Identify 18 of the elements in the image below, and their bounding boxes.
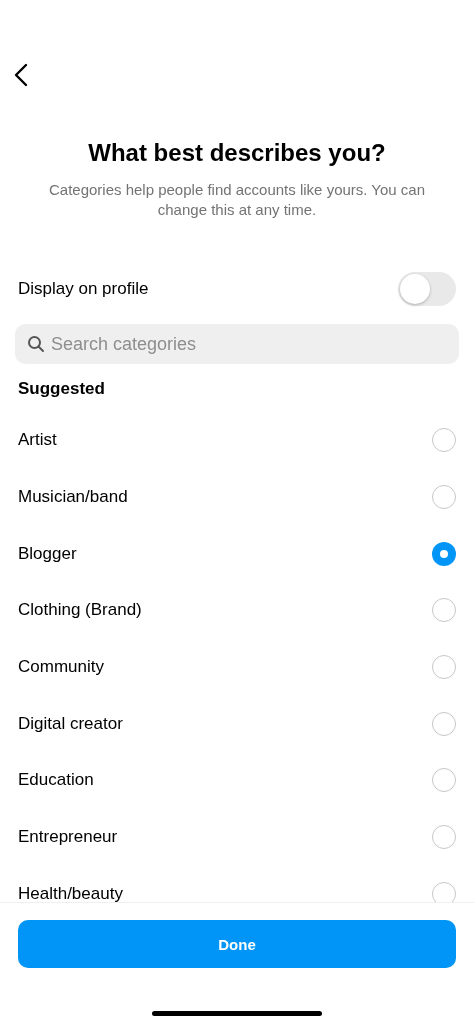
category-label: Blogger	[18, 543, 77, 564]
category-label: Health/beauty	[18, 883, 123, 902]
toggle-switch[interactable]	[398, 272, 456, 306]
search-icon	[27, 335, 45, 353]
radio-button[interactable]	[432, 541, 456, 566]
category-label: Clothing (Brand)	[18, 600, 142, 621]
category-label: Entrepreneur	[18, 827, 118, 848]
page-subtitle: Categories help people find accounts like yours. You can change this at any time.	[47, 180, 427, 220]
category-label: Musician/band	[18, 487, 128, 508]
category-label: Education	[18, 770, 94, 791]
search-field[interactable]: Search categories	[15, 324, 459, 364]
category-label: Artist	[18, 430, 57, 451]
done-button[interactable]: Done	[18, 920, 456, 968]
category-label: Community	[18, 657, 104, 678]
section-heading: Suggested	[18, 378, 106, 400]
page-title: What best describes you?	[87, 138, 387, 168]
category-label: Digital creator	[18, 713, 123, 734]
toggle-label: Display on profile	[18, 279, 149, 299]
